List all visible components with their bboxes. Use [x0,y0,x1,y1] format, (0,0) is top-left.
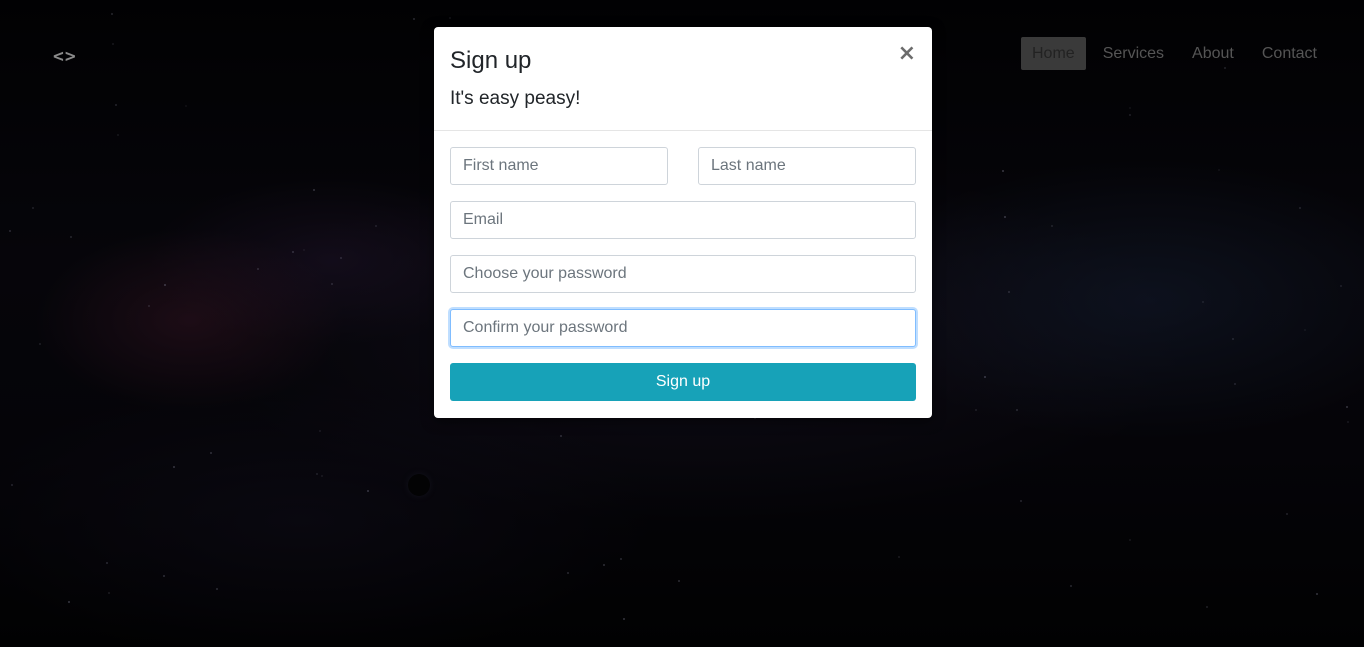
top-nav: Home Services About Contact [1015,37,1328,70]
nav-item-contact[interactable]: Contact [1251,37,1328,70]
nav-item-services[interactable]: Services [1092,37,1175,70]
signup-modal: Sign up It's easy peasy! × Sign up [434,27,932,418]
modal-subtitle: It's easy peasy! [450,88,581,109]
brand-logo[interactable]: <> [53,46,77,67]
close-button[interactable]: × [898,43,916,65]
nav-item-about[interactable]: About [1181,37,1245,70]
modal-header: Sign up It's easy peasy! × [434,27,932,131]
name-row [450,147,916,185]
modal-title: Sign up [450,47,532,74]
email-input[interactable] [450,201,916,239]
first-name-input[interactable] [450,147,668,185]
sign-up-button[interactable]: Sign up [450,363,916,401]
password-row [450,255,916,293]
last-name-input[interactable] [698,147,916,185]
nav-item-home[interactable]: Home [1021,37,1086,70]
confirm-password-input[interactable] [450,309,916,347]
password-input[interactable] [450,255,916,293]
signup-form: Sign up [434,131,932,401]
email-row [450,201,916,239]
confirm-password-row [450,309,916,347]
